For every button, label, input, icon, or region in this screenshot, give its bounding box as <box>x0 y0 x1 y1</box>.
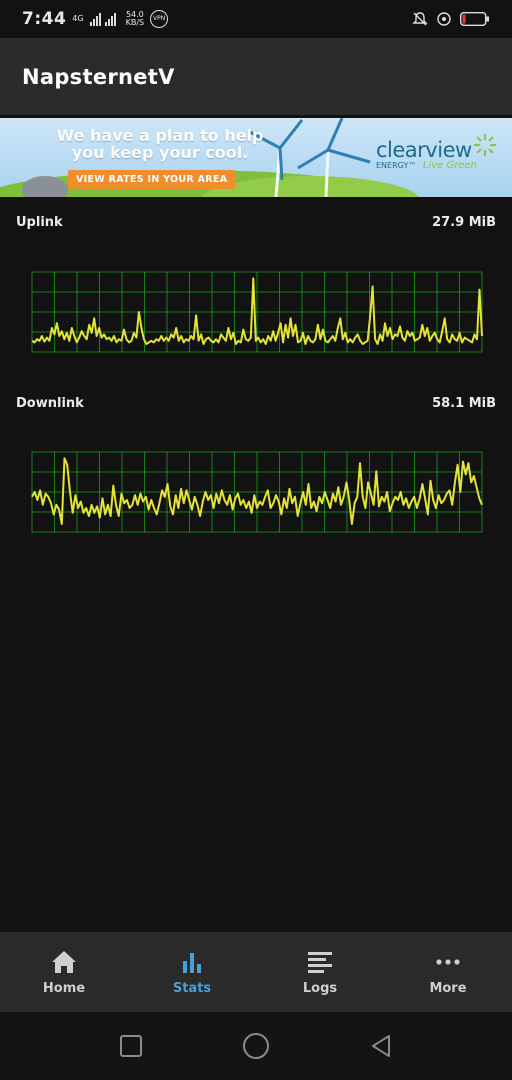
signal-icon <box>89 13 116 26</box>
ad-brand: clearview <box>376 138 472 162</box>
nav-logs[interactable]: Logs <box>256 932 384 1012</box>
nav-more[interactable]: More <box>384 932 512 1012</box>
app-title: NapsternetV <box>22 64 175 89</box>
vpn-icon: VPN <box>150 10 169 28</box>
ad-headline: We have a plan to help you keep your coo… <box>0 127 320 161</box>
network-type-label: 4G <box>72 14 84 23</box>
more-icon <box>436 958 460 965</box>
stats-icon <box>183 952 201 973</box>
logs-icon <box>308 951 332 973</box>
network-speed: 54.0 KB/S <box>126 11 145 27</box>
downlink-chart <box>31 451 483 533</box>
home-circle-icon[interactable] <box>242 1032 270 1060</box>
vpn-label: VPN <box>153 15 166 22</box>
home-icon <box>52 950 76 973</box>
downlink-header: Downlink 58.1 MiB <box>16 396 496 411</box>
clock: 7:44 <box>22 9 67 29</box>
downlink-label: Downlink <box>16 396 84 411</box>
status-right <box>412 11 490 27</box>
speed-unit: KB/S <box>125 18 145 27</box>
ad-banner[interactable]: We have a plan to help you keep your coo… <box>0 118 512 197</box>
bottom-nav: Home Stats Logs More <box>0 932 512 1012</box>
uplink-header: Uplink 27.9 MiB <box>16 215 496 230</box>
app-bar: NapsternetV <box>0 38 512 115</box>
uplink-label: Uplink <box>16 215 63 230</box>
ad-brand-logo: clearview ENERGY™ Live Green <box>376 138 496 171</box>
alarm-icon <box>437 12 451 26</box>
recents-icon[interactable] <box>119 1034 143 1058</box>
nav-home-label: Home <box>42 980 86 996</box>
network-type: 4G <box>72 15 83 23</box>
bell-off-icon <box>412 12 428 26</box>
nav-home[interactable]: Home <box>0 932 128 1012</box>
uplink-chart <box>31 271 483 353</box>
ad-headline-line2: you keep your cool. <box>71 143 249 162</box>
downlink-value: 58.1 MiB <box>432 396 496 411</box>
nav-more-label: More <box>429 980 467 996</box>
ad-cta-button[interactable]: VIEW RATES IN YOUR AREA <box>68 170 236 189</box>
ad-headline-line1: We have a plan to help <box>56 126 264 145</box>
ad-rock <box>22 176 68 197</box>
back-icon[interactable] <box>369 1034 393 1058</box>
nav-logs-label: Logs <box>302 980 338 996</box>
nav-stats-label: Stats <box>172 980 212 996</box>
nav-stats[interactable]: Stats <box>128 932 256 1012</box>
uplink-value: 27.9 MiB <box>432 215 496 230</box>
ad-brand-sub-row: ENERGY™ Live Green <box>376 160 496 171</box>
ad-brand-tagline: Live Green <box>422 160 477 171</box>
status-left: 7:44 4G 54.0 KB/S VPN <box>22 9 169 29</box>
system-navigation-bar <box>0 1012 512 1080</box>
battery-icon <box>460 12 489 26</box>
status-bar: 7:44 4G 54.0 KB/S VPN <box>0 0 512 38</box>
ad-brand-sub: ENERGY™ <box>376 161 417 170</box>
